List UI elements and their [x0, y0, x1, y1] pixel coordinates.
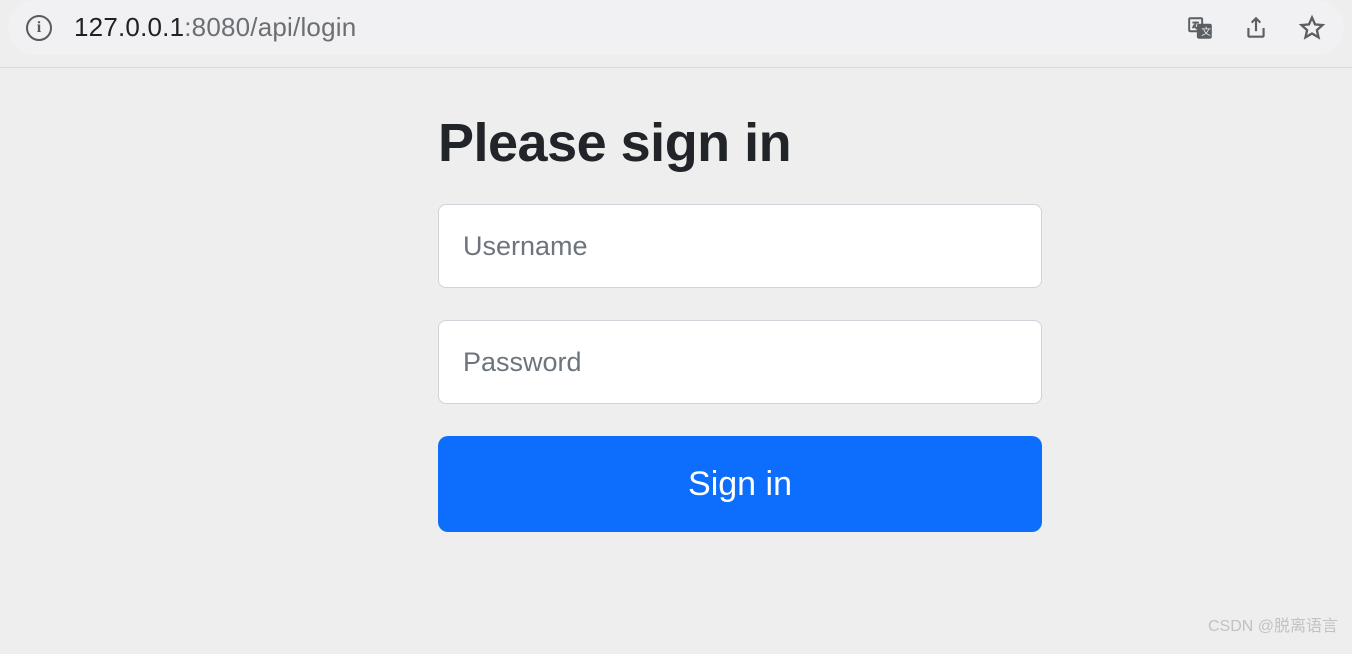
share-icon[interactable]	[1242, 14, 1270, 42]
password-input[interactable]	[438, 320, 1042, 404]
sign-in-button[interactable]: Sign in	[438, 436, 1042, 532]
url-host: 127.0.0.1	[74, 12, 184, 42]
info-icon[interactable]: i	[26, 15, 52, 41]
page-content: Please sign in Sign in	[0, 68, 1352, 654]
address-bar[interactable]: i 127.0.0.1:8080/api/login 文	[8, 0, 1344, 55]
url-path: :8080/api/login	[184, 12, 356, 42]
star-icon[interactable]	[1298, 14, 1326, 42]
address-bar-left: i 127.0.0.1:8080/api/login	[26, 12, 356, 43]
address-bar-right: 文	[1186, 14, 1326, 42]
url-display[interactable]: 127.0.0.1:8080/api/login	[74, 12, 356, 43]
page-title: Please sign in	[438, 112, 1042, 174]
watermark: CSDN @脱离语言	[1208, 612, 1338, 636]
username-input[interactable]	[438, 204, 1042, 288]
login-form: Please sign in Sign in	[438, 112, 1042, 532]
svg-text:文: 文	[1201, 24, 1211, 37]
translate-icon[interactable]: 文	[1186, 14, 1214, 42]
